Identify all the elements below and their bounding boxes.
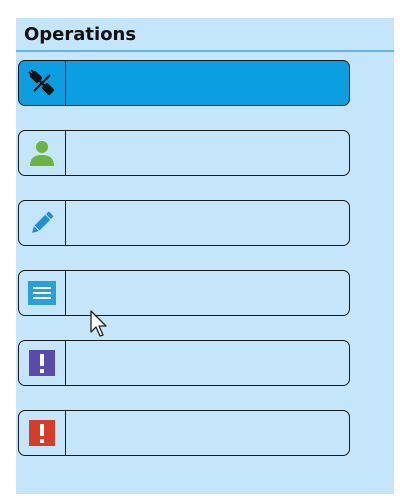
- panel-header: Operations: [16, 18, 394, 52]
- operation-button-edit[interactable]: [18, 200, 350, 246]
- operation-label: [66, 341, 349, 385]
- operation-button-warning[interactable]: [18, 340, 350, 386]
- operation-button-user[interactable]: [18, 130, 350, 176]
- warning-purple-icon: [19, 341, 66, 385]
- operation-label: [66, 201, 349, 245]
- list-document-icon: [19, 271, 66, 315]
- operation-button-list[interactable]: [18, 270, 350, 316]
- operation-label: [66, 411, 349, 455]
- error-red-icon: [19, 411, 66, 455]
- operation-button-error[interactable]: [18, 410, 350, 456]
- panel-title: Operations: [24, 23, 137, 45]
- pencil-icon: [19, 201, 66, 245]
- disconnect-plug-icon: [19, 61, 66, 105]
- operation-button-disconnect[interactable]: [18, 60, 350, 106]
- mouse-pointer-icon: [90, 310, 107, 337]
- operation-label: [66, 61, 349, 105]
- user-icon: [19, 131, 66, 175]
- operation-label: [66, 271, 349, 315]
- operation-label: [66, 131, 349, 175]
